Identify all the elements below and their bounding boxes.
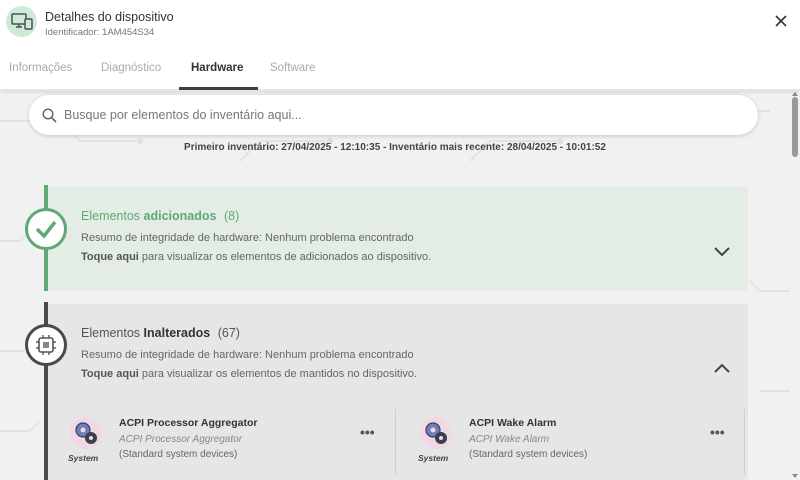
device-identifier: Identificador: 1AM454S34 [45, 27, 155, 38]
hardware-panel: Primeiro inventário: 27/04/2025 - 12:10:… [0, 91, 790, 480]
scrollbar[interactable] [790, 91, 800, 480]
item-divider [395, 409, 396, 474]
hardware-item[interactable]: System ACPI Wake Alarm ACPI Wake Alarm (… [418, 409, 730, 474]
item-type-label: System [418, 453, 449, 463]
item-name: ACPI Processor Aggregator [119, 417, 258, 429]
page-title: Detalhes do dispositivo [45, 10, 174, 24]
item-description: ACPI Wake Alarm [469, 434, 550, 445]
check-icon [25, 208, 67, 250]
more-options-icon[interactable]: ••• [360, 424, 375, 440]
scroll-thumb[interactable] [792, 97, 798, 157]
search-input[interactable] [64, 106, 744, 124]
item-name: ACPI Wake Alarm [469, 417, 557, 429]
tab-software[interactable]: Software [270, 62, 315, 74]
tab-diagnostico[interactable]: Diagnóstico [101, 62, 161, 74]
system-gear-icon [70, 417, 102, 449]
hardware-item[interactable]: System ACPI Processor Aggregator ACPI Pr… [68, 409, 380, 474]
tab-hardware[interactable]: Hardware [191, 62, 243, 74]
section-unchanged-summary: Resumo de integridade de hardware: Nenhu… [81, 349, 414, 361]
chevron-down-icon[interactable] [713, 245, 731, 257]
inventory-dates: Primeiro inventário: 27/04/2025 - 12:10:… [184, 142, 606, 153]
system-gear-icon [420, 417, 452, 449]
close-icon[interactable] [774, 14, 788, 28]
item-description: ACPI Processor Aggregator [119, 434, 243, 445]
section-added-title: Elementos adicionados (8) [81, 209, 240, 223]
section-added[interactable]: Elementos adicionados (8) Resumo de inte… [48, 187, 748, 291]
search-bar [29, 95, 758, 135]
section-added-hint: Toque aqui para visualizar os elementos … [81, 251, 432, 263]
section-unchanged-title: Elementos Inalterados (67) [81, 326, 240, 340]
more-options-icon[interactable]: ••• [710, 424, 725, 440]
scroll-up-icon[interactable] [792, 92, 798, 96]
chevron-up-icon[interactable] [713, 361, 731, 373]
item-type-label: System [68, 453, 99, 463]
dialog-header: Detalhes do dispositivo Identificador: 1… [0, 0, 800, 48]
section-added-summary: Resumo de integridade de hardware: Nenhu… [81, 232, 414, 244]
item-category: (Standard system devices) [469, 449, 588, 460]
monitor-laptop-icon [6, 6, 37, 37]
item-divider [744, 409, 745, 474]
tab-informacoes[interactable]: Informações [9, 62, 72, 74]
scroll-down-icon[interactable] [792, 474, 798, 478]
chip-icon [25, 324, 67, 366]
section-unchanged-hint: Toque aqui para visualizar os elementos … [81, 368, 418, 380]
tab-bar: Informações Diagnóstico Hardware Softwar… [0, 48, 800, 90]
active-tab-indicator [179, 87, 258, 90]
search-icon [42, 108, 57, 123]
item-category: (Standard system devices) [119, 449, 238, 460]
